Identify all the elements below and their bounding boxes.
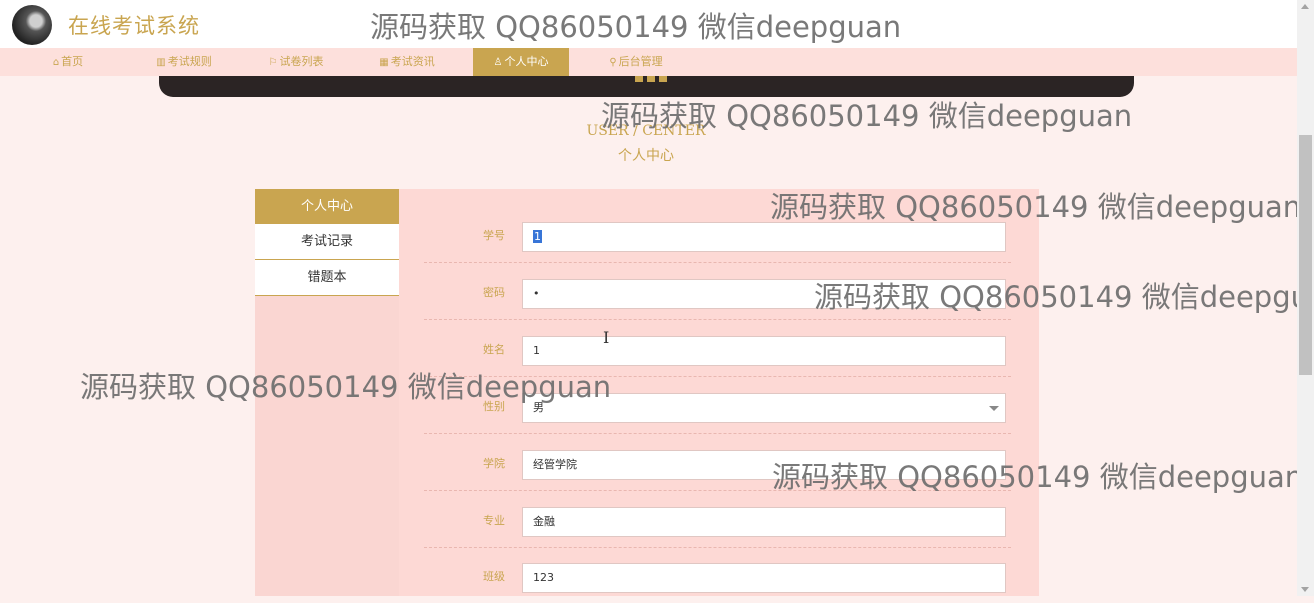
scroll-up-icon[interactable] [1301, 4, 1309, 9]
nav-item-admin[interactable]: ⚲ 后台管理 [597, 48, 675, 76]
user-icon: ♙ [493, 57, 503, 68]
banner-decoration [635, 76, 669, 82]
watermark: 源码获取 QQ86050149 微信deepguan [772, 460, 1304, 494]
link-icon: ⚲ [609, 57, 617, 68]
nav-item-paper-list[interactable]: ⚐ 试卷列表 [257, 48, 335, 76]
side-item-wrong-questions[interactable]: 错题本 [255, 260, 399, 296]
book-icon: ▥ [156, 57, 166, 68]
side-item-exam-records[interactable]: 考试记录 [255, 224, 399, 260]
scroll-down-icon[interactable] [1301, 587, 1309, 592]
logo-image [12, 5, 52, 45]
field-label: 学院 [483, 457, 505, 470]
nav-label: 考试资讯 [390, 55, 435, 68]
watermark: 源码获取 QQ86050149 微信deepguan [370, 10, 902, 44]
section-title-cn: 个人中心 [618, 148, 674, 164]
home-icon: ⌂ [52, 57, 60, 68]
scrollbar-thumb[interactable] [1299, 135, 1312, 375]
class-input[interactable]: 123 [522, 563, 1006, 593]
text-cursor-icon: I [603, 328, 610, 347]
side-item-user-center[interactable]: 个人中心 [255, 189, 399, 224]
form-row-major: 专业 金融 [424, 490, 1011, 548]
student-id-input[interactable]: 1 [522, 222, 1006, 252]
field-label: 姓名 [483, 343, 505, 356]
flag-icon: ⚐ [268, 57, 278, 68]
major-input[interactable]: 金融 [522, 507, 1006, 537]
selected-text: 1 [533, 230, 542, 243]
field-label: 学号 [483, 229, 505, 242]
main-nav: ⌂ 首页 ▥ 考试规则 ⚐ 试卷列表 ▦ 考试资讯 ♙ 个人中心 ⚲ 后台管理 [0, 48, 1297, 76]
watermark: 源码获取 QQ86050149 微信deepguan [601, 99, 1133, 133]
page-scrollbar[interactable] [1297, 0, 1314, 596]
field-label: 班级 [483, 570, 505, 583]
nav-item-user-center[interactable]: ♙ 个人中心 [473, 48, 569, 76]
nav-label: 试卷列表 [279, 55, 324, 68]
nav-label: 个人中心 [504, 55, 549, 68]
nav-item-exam-news[interactable]: ▦ 考试资讯 [368, 48, 446, 76]
watermark: 源码获取 QQ86050149 微信deepguan [770, 190, 1302, 224]
form-row-class: 班级 123 [424, 546, 1011, 603]
field-label: 密码 [483, 286, 505, 299]
watermark: 源码获取 QQ86050149 微信deepguan [814, 280, 1314, 314]
grid-icon: ▦ [379, 57, 389, 68]
site-title: 在线考试系统 [68, 14, 200, 38]
field-label: 专业 [483, 514, 505, 527]
nav-label: 考试规则 [167, 55, 212, 68]
nav-item-home[interactable]: ⌂ 首页 [32, 48, 104, 76]
nav-item-exam-rules[interactable]: ▥ 考试规则 [145, 48, 223, 76]
nav-label: 首页 [61, 55, 84, 68]
nav-label: 后台管理 [618, 55, 663, 68]
name-input[interactable]: 1 [522, 336, 1006, 366]
watermark: 源码获取 QQ86050149 微信deepguan [80, 370, 612, 404]
